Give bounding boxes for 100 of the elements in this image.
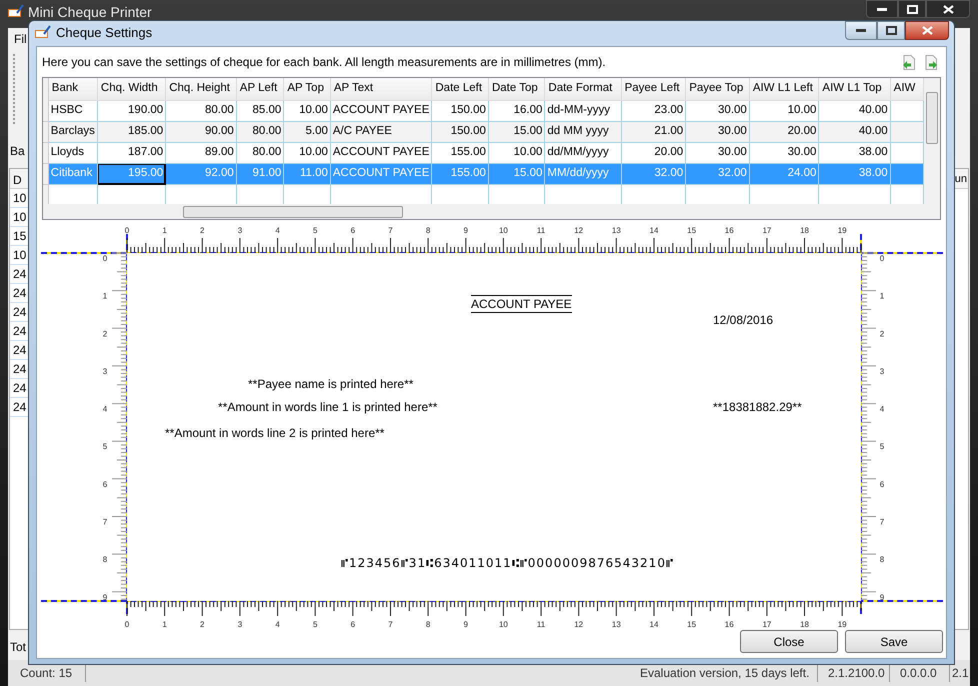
menu-item[interactable]: Fil (12, 30, 29, 48)
table-cell: dd-MM-yyyy (544, 100, 622, 121)
ruler-number: 4 (880, 404, 884, 414)
ruler-number: 0 (124, 226, 130, 235)
table-row[interactable]: Lloyds 187.00 89.00 80.00 10.00 ACCOUNT PAYEE 155.00 10.00 dd/MM/yyyy 20.00 30.00 30.00 38.00 (43, 142, 924, 163)
column-header[interactable]: Payee Left (621, 78, 686, 100)
table-cell: 38.00 (818, 142, 890, 163)
table-cell: A/C PAYEE (330, 121, 432, 142)
table-cell: ACCOUNT PAYEE (330, 100, 432, 121)
column-header[interactable]: AIW (890, 78, 924, 100)
close-button[interactable] (905, 21, 949, 40)
table-cell: 15.00 (488, 121, 545, 142)
ruler-number: 3 (102, 366, 108, 376)
ruler-number: 1 (880, 292, 884, 301)
table-cell: 40.00 (818, 121, 890, 142)
ruler-number: 3 (238, 620, 242, 629)
table-cell: 20.00 (621, 142, 686, 163)
column-header[interactable]: Chq. Height (166, 78, 236, 100)
ruler-number: 1 (162, 620, 167, 629)
ruler-number: 6 (350, 226, 356, 235)
ruler-number: 2 (200, 226, 204, 235)
amount-text: **18381882.29** (713, 399, 802, 416)
table-cell: 32.00 (621, 163, 686, 184)
column-header[interactable]: Chq. Width (97, 78, 166, 100)
ruler-number: 15 (687, 226, 696, 235)
ruler-number: 12 (574, 620, 584, 629)
ruler-number: 10 (498, 620, 508, 629)
column-header[interactable]: AP Top (284, 78, 330, 100)
table-cell: 30.00 (686, 100, 750, 121)
table-cell: 20.00 (749, 121, 819, 142)
column-header[interactable]: AIW L1 Top (818, 78, 890, 100)
dialog-button[interactable]: Save (845, 630, 943, 653)
ruler-number: 1 (162, 226, 167, 235)
table-row[interactable]: HSBC 190.00 80.00 85.00 10.00 ACCOUNT PAYEE 150.00 16.00 dd-MM-yyyy 23.00 30.00 10.00 40.00 (43, 100, 924, 121)
table-cell: 90.00 (166, 121, 236, 142)
column-header[interactable]: AP Text (330, 78, 432, 100)
column-header[interactable]: Payee Top (686, 78, 750, 100)
table-cell: 150.00 (432, 100, 488, 121)
minimize-button[interactable] (866, 0, 898, 18)
table-cell: 30.00 (686, 121, 750, 142)
close-button[interactable] (926, 0, 970, 18)
window-title: Mini Cheque Printer (28, 4, 152, 20)
table-cell: ACCOUNT PAYEE (330, 142, 432, 163)
document-arrow-icon[interactable] (924, 54, 938, 70)
close-icon (942, 4, 954, 14)
table-cell: 10.00 (488, 142, 545, 163)
table-cell: 30.00 (749, 142, 819, 163)
column-header[interactable]: Bank (48, 78, 98, 100)
ruler-number: 2 (200, 620, 204, 629)
cheque-pen-icon (8, 4, 24, 18)
table-cell: 10.00 (284, 100, 330, 121)
column-header[interactable]: Date Left (432, 78, 488, 100)
ruler-number: 6 (102, 480, 108, 489)
table-cell: 80.00 (166, 100, 236, 121)
table-cell: 15.00 (488, 163, 545, 184)
ruler-number: 5 (312, 620, 318, 629)
ruler-number: 17 (762, 226, 772, 235)
dialog-button[interactable]: Close (740, 630, 838, 653)
column-header[interactable]: AIW L1 Left (749, 78, 819, 100)
ruler-number: 8 (426, 226, 430, 235)
ruler-number: 19 (838, 226, 847, 235)
column-header[interactable]: Date Format (544, 78, 622, 100)
account-payee-text: ACCOUNT PAYEE (471, 295, 572, 313)
minimize-icon (856, 29, 866, 32)
column-header[interactable]: AP Left (236, 78, 284, 100)
ruler-number: 11 (536, 620, 546, 629)
table-cell: 185.00 (97, 121, 166, 142)
document-arrow-icon[interactable] (902, 54, 916, 70)
ruler-number: 9 (880, 592, 884, 602)
status-text: 2.1 (951, 665, 970, 682)
dialog-title: Cheque Settings (56, 25, 152, 41)
table-cell: Citibank (48, 163, 98, 184)
table-cell: 38.00 (818, 163, 890, 184)
ruler-number: 11 (536, 226, 546, 235)
maximize-button[interactable] (898, 0, 926, 18)
ruler-number: 18 (800, 226, 809, 235)
table-cell: MM/dd/yyyy (544, 163, 622, 184)
ruler-number: 4 (102, 404, 108, 414)
table-cell: ACCOUNT PAYEE (330, 163, 432, 184)
ruler-number: 13 (612, 620, 621, 629)
maximize-button[interactable] (877, 21, 905, 40)
ruler-number: 6 (350, 620, 356, 629)
ruler-number: 13 (612, 226, 621, 235)
cheque-pen-icon (35, 25, 51, 39)
table-cell: 85.00 (236, 100, 284, 121)
table-cell: 11.00 (284, 163, 330, 184)
table-cell: 30.00 (686, 142, 750, 163)
ruler-number: 3 (880, 366, 884, 376)
column-header[interactable]: Date Top (488, 78, 545, 100)
ruler-number: 15 (687, 620, 696, 629)
ruler-number: 8 (426, 620, 430, 629)
micr-line: ⑈123456⑈31⑆634011011⑆⑈0000009876543210⑈ (341, 555, 674, 572)
ruler-number: 18 (800, 620, 809, 629)
table-row[interactable]: Barclays 185.00 90.00 80.00 5.00 A/C PAYEE 150.00 15.00 dd MM yyyy 21.00 30.00 20.00 40.00 (43, 121, 924, 142)
minimize-button[interactable] (845, 21, 877, 40)
amount-words-text: **Amount in words line 1 is printed here** (218, 399, 438, 416)
ruler-number: 7 (388, 620, 393, 629)
table-cell: 21.00 (621, 121, 686, 142)
ruler-number: 7 (388, 226, 393, 235)
ruler-number: 10 (498, 226, 508, 235)
